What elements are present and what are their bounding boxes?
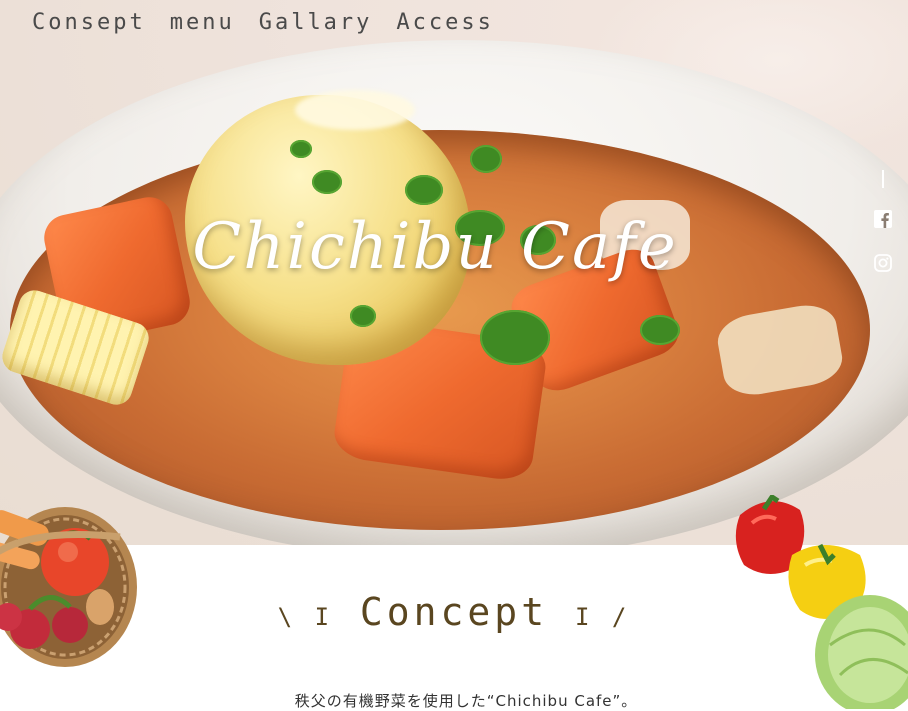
nav-item-menu[interactable]: menu: [170, 10, 235, 35]
vegetable-basket-image: [0, 507, 137, 667]
parsley: [290, 140, 312, 158]
parsley: [640, 315, 680, 345]
hero-image: Chichibu Cafe: [0, 0, 908, 545]
instagram-icon[interactable]: [874, 254, 892, 272]
main-nav: Consept menu Gallary Access: [32, 10, 494, 35]
parsley: [470, 145, 502, 173]
parsley: [312, 170, 342, 194]
parsley: [480, 310, 550, 365]
parsley: [405, 175, 443, 205]
social-divider: [882, 170, 884, 188]
parsley: [350, 305, 376, 327]
heading-deco-right: I /: [574, 603, 631, 631]
concept-description: 秩父の有機野菜を使用した“Chichibu Cafe”。: [294, 692, 638, 710]
concept-title: Concept: [359, 590, 549, 634]
hero-title: Chichibu Cafe: [192, 210, 678, 284]
concept-heading: \ I Concept I /: [0, 590, 908, 634]
nav-item-gallary[interactable]: Gallary: [259, 10, 373, 35]
heading-deco-left: \ I: [277, 603, 334, 631]
nav-item-access[interactable]: Access: [396, 10, 493, 35]
social-links: [872, 170, 894, 298]
nav-item-consept[interactable]: Consept: [32, 10, 146, 35]
facebook-icon[interactable]: [874, 210, 892, 228]
